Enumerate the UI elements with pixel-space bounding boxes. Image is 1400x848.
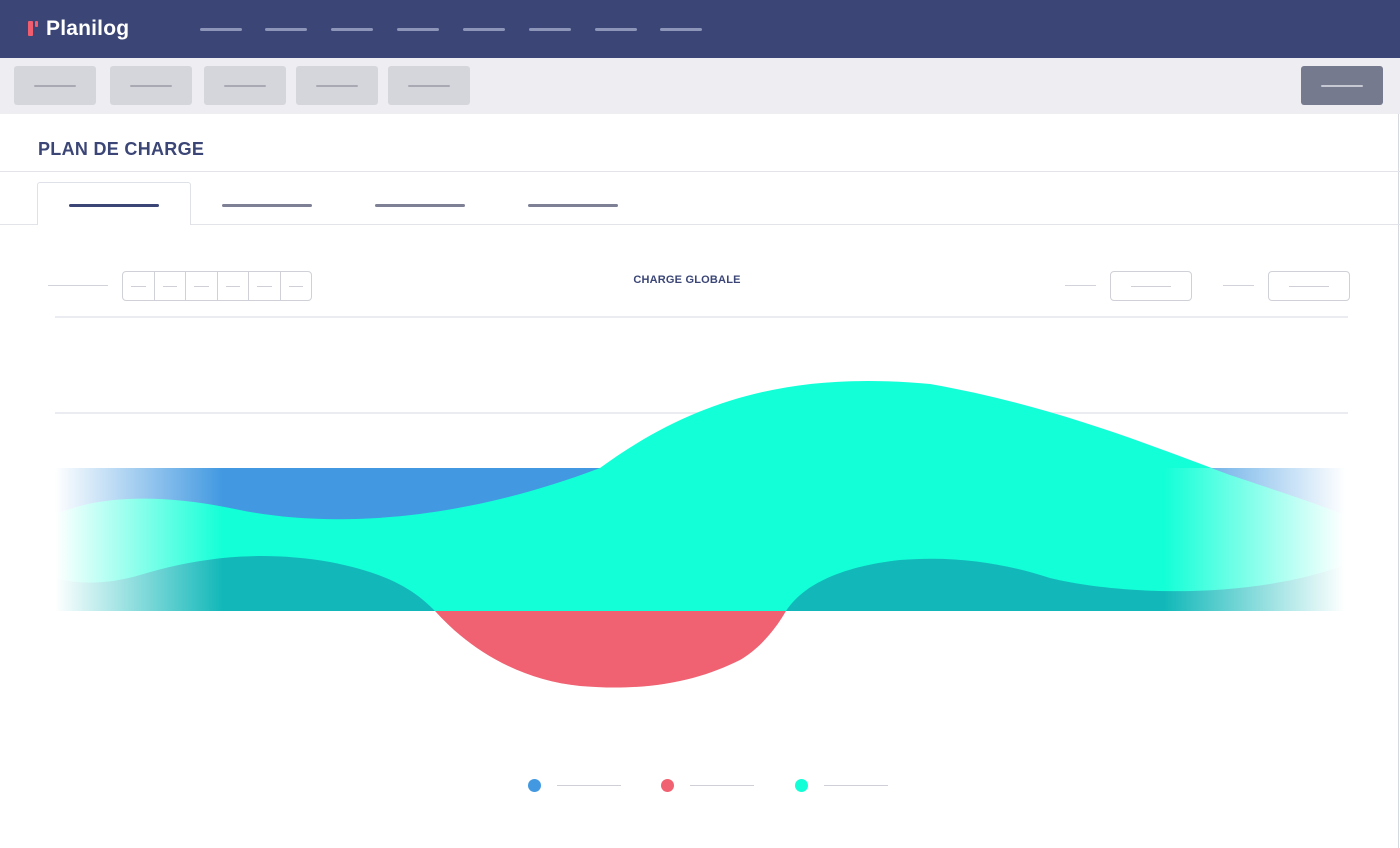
primary-action-button[interactable] (1301, 66, 1383, 105)
nav-item-5[interactable] (463, 28, 505, 31)
period-option-3[interactable] (186, 272, 218, 300)
filter-1-label (1065, 285, 1096, 286)
tabs-baseline (191, 224, 1400, 225)
legend-label-blue (557, 784, 621, 786)
nav-item-6[interactable] (529, 28, 571, 31)
divider (0, 171, 1400, 172)
legend-label-teal (824, 784, 888, 786)
tab-1-label (69, 204, 159, 207)
period-label (48, 285, 108, 286)
load-chart (55, 316, 1348, 688)
toolbar-button-4[interactable] (296, 66, 378, 105)
toolbar-button-1[interactable] (14, 66, 96, 105)
legend-item-blue[interactable] (528, 777, 621, 793)
toolbar (0, 58, 1400, 114)
nav-item-4[interactable] (397, 28, 439, 31)
legend-dot-red (661, 778, 674, 792)
tabs-baseline-left (0, 224, 37, 225)
toolbar-button-5[interactable] (388, 66, 470, 105)
filter-2-select[interactable] (1268, 271, 1350, 301)
page-title: PLAN DE CHARGE (38, 139, 205, 159)
top-navbar: Planilog (0, 0, 1400, 58)
nav-item-2[interactable] (265, 28, 307, 31)
legend-item-teal[interactable] (795, 777, 888, 793)
toolbar-button-2[interactable] (110, 66, 192, 105)
nav-item-3[interactable] (331, 28, 373, 31)
legend-dot-blue (528, 778, 541, 792)
period-option-5[interactable] (249, 272, 281, 300)
period-option-4[interactable] (218, 272, 249, 300)
nav-item-7[interactable] (595, 28, 637, 31)
tab-3[interactable] (375, 204, 465, 207)
app-name: Planilog (46, 17, 130, 40)
period-option-6[interactable] (281, 272, 312, 300)
edge-fade (55, 468, 1345, 611)
nav-item-1[interactable] (200, 28, 242, 31)
series-red-area (435, 611, 786, 688)
legend-label-red (690, 784, 754, 786)
period-option-1[interactable] (123, 272, 155, 300)
tab-2[interactable] (222, 204, 312, 207)
filter-1-select[interactable] (1110, 271, 1192, 301)
legend-dot-teal (795, 778, 808, 792)
logo-icon (26, 20, 40, 38)
chart-title: CHARGE GLOBALE (633, 274, 741, 286)
nav-item-8[interactable] (660, 28, 702, 31)
filter-2-label (1223, 285, 1254, 286)
app-logo[interactable]: Planilog (26, 14, 129, 44)
legend-item-red[interactable] (661, 777, 754, 793)
period-option-2[interactable] (155, 272, 186, 300)
toolbar-button-3[interactable] (204, 66, 286, 105)
tab-4[interactable] (528, 204, 618, 207)
period-segmented-control (122, 271, 312, 301)
